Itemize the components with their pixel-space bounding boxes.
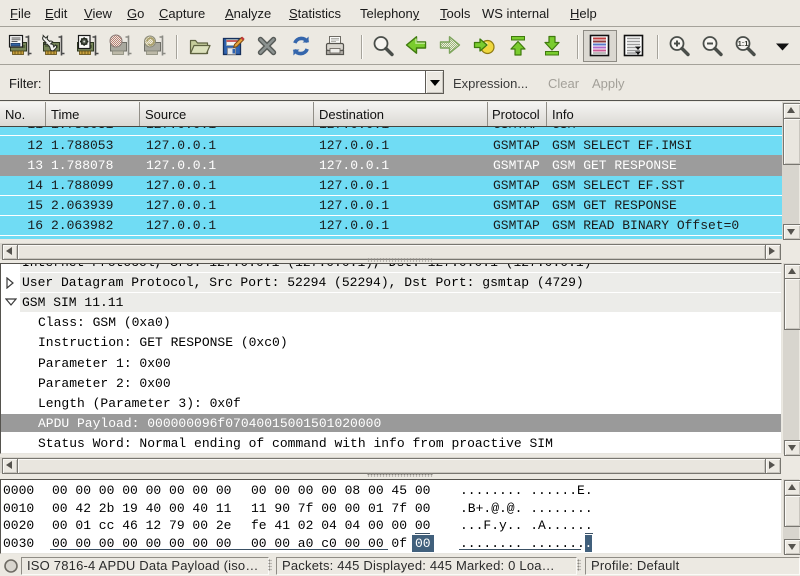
svg-text:1:1: 1:1 bbox=[738, 39, 749, 48]
